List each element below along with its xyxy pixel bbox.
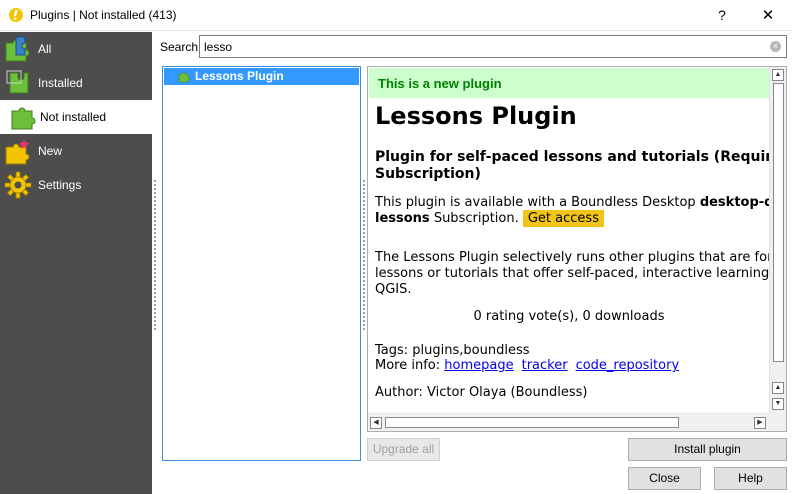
scroll-up-arrow-icon[interactable]: ▲ <box>772 69 784 81</box>
scroll-left-arrow-icon[interactable]: ◀ <box>370 417 382 429</box>
help-button[interactable]: Help <box>714 467 787 490</box>
sidebar-item-label: Settings <box>38 178 82 192</box>
subscription-name: desktop-qgis <box>699 195 770 210</box>
qgis-app-icon <box>9 8 23 22</box>
get-access-link[interactable]: Get access <box>522 210 604 227</box>
code-repository-link[interactable]: code_repository <box>576 358 680 373</box>
plugin-title: Lessons Plugin <box>375 102 577 130</box>
vertical-scroll-thumb[interactable] <box>773 83 784 362</box>
sidebar-item-label: Installed <box>38 76 83 90</box>
author-text: Author: Victor Olaya (Boundless) <box>375 385 588 400</box>
sidebar-item-installed[interactable]: Installed <box>0 66 152 100</box>
sidebar-splitter-handle[interactable] <box>154 180 156 330</box>
description-line: Plugin for self-paced lessons and tutori… <box>375 149 770 165</box>
puzzle-all-icon <box>5 36 30 62</box>
homepage-link[interactable]: homepage <box>444 358 513 373</box>
clear-search-icon[interactable]: × <box>770 41 781 52</box>
puzzle-new-icon <box>5 139 30 165</box>
scroll-down-arrow-icon[interactable]: ▼ <box>772 398 784 410</box>
sidebar: All Installed Not installed New Settings <box>0 32 152 494</box>
new-plugin-banner: This is a new plugin <box>369 68 770 98</box>
title-bar: Plugins | Not installed (413) ? ✕ <box>0 0 792 31</box>
about-line: QGIS. <box>375 282 412 297</box>
plugin-name: Lessons Plugin <box>195 69 284 83</box>
sidebar-item-new[interactable]: New <box>0 134 152 168</box>
rating-downloads: 0 rating vote(s), 0 downloads <box>473 309 665 324</box>
help-title-button[interactable]: ? <box>702 0 742 31</box>
search-box: × <box>199 35 787 58</box>
availability-prefix: This plugin is available with a Boundles… <box>375 195 700 210</box>
availability-suffix: Subscription. <box>429 211 523 226</box>
window-title: Plugins | Not installed (413) <box>30 8 177 22</box>
plugin-description: Plugin for self-paced lessons and tutori… <box>375 149 770 183</box>
description-line: Subscription) <box>375 166 481 182</box>
sidebar-item-label: New <box>38 144 63 158</box>
sidebar-item-label: Not installed <box>40 110 107 124</box>
list-splitter-handle[interactable] <box>363 180 365 330</box>
plugin-about: The Lessons Plugin selectively runs othe… <box>375 250 770 298</box>
sidebar-item-all[interactable]: All <box>0 32 152 66</box>
list-item[interactable]: Lessons Plugin <box>164 68 359 85</box>
availability-text: This plugin is available with a Boundles… <box>375 195 770 227</box>
scrollbar-corner <box>769 413 786 431</box>
more-info-label: More info: <box>375 358 445 373</box>
plugin-list[interactable]: Lessons Plugin <box>162 66 361 461</box>
plugin-details-pane: This is a new plugin Lessons Plugin Plug… <box>367 66 787 432</box>
sidebar-item-not-installed[interactable]: Not installed <box>0 100 152 134</box>
horizontal-scrollbar[interactable]: ◀ ▶ <box>368 413 770 431</box>
about-line: The Lessons Plugin selectively runs othe… <box>375 250 770 265</box>
tracker-link[interactable]: tracker <box>522 358 568 373</box>
puzzle-installed-icon <box>6 70 29 94</box>
tags-text: Tags: plugins,boundless <box>375 343 530 358</box>
upgrade-all-button[interactable]: Upgrade all <box>367 438 440 461</box>
plugin-meta: Tags: plugins,boundless More info: homep… <box>375 343 687 373</box>
about-line: lessons or tutorials that offer self-pac… <box>375 266 770 281</box>
sidebar-item-settings[interactable]: Settings <box>0 168 152 202</box>
gear-icon <box>4 171 32 199</box>
close-button[interactable]: Close <box>628 467 701 490</box>
search-label: Search <box>160 40 199 54</box>
puzzle-plugin-icon <box>178 72 190 83</box>
scroll-right-arrow-icon[interactable]: ▶ <box>754 417 766 429</box>
close-window-button[interactable]: ✕ <box>748 0 788 31</box>
puzzle-not-installed-icon <box>11 107 36 130</box>
horizontal-scroll-thumb[interactable] <box>385 417 679 428</box>
vertical-scrollbar[interactable]: ▲ ▲ ▼ <box>769 67 786 413</box>
scroll-up-arrow-icon[interactable]: ▲ <box>772 382 784 394</box>
subscription-name: lessons <box>375 211 430 226</box>
sidebar-item-label: All <box>38 42 52 56</box>
search-input[interactable] <box>204 39 764 55</box>
new-plugin-banner-text: This is a new plugin <box>378 76 502 91</box>
install-plugin-button[interactable]: Install plugin <box>628 438 787 461</box>
details-content: This is a new plugin Lessons Plugin Plug… <box>368 67 770 413</box>
